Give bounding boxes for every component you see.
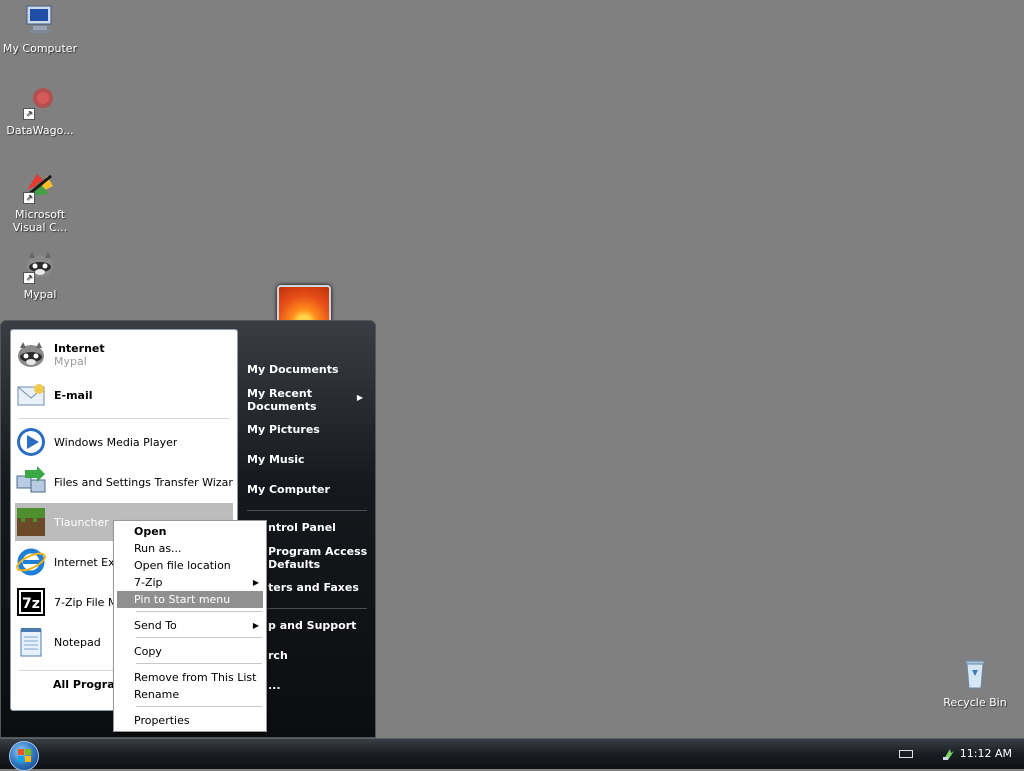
desktop-icon-my-computer[interactable]: My Computer: [0, 4, 80, 55]
program-access-line1: Program Access: [268, 545, 368, 558]
run-link[interactable]: ...: [268, 679, 281, 692]
help-support-link[interactable]: p and Support: [268, 619, 356, 632]
shortcut-arrow-icon: ↗: [23, 272, 35, 284]
pinned-item-title: E-mail: [54, 388, 93, 402]
datawago-icon: ↗: [23, 86, 57, 120]
network-icon[interactable]: [942, 747, 956, 761]
control-panel-link[interactable]: ntrol Panel: [268, 521, 336, 534]
recent-item-label: Windows Media Player: [54, 435, 178, 449]
menu-item-run-as[interactable]: Run as...: [117, 540, 263, 557]
printers-faxes-link[interactable]: ters and Faxes: [268, 581, 359, 594]
submenu-arrow-icon: ▶: [252, 621, 259, 630]
taskbar: 11:12 AM: [0, 738, 1024, 771]
menu-item-properties[interactable]: Properties: [117, 712, 263, 729]
places-divider: [247, 510, 367, 511]
visual-studio-icon: ↗: [23, 170, 57, 204]
desktop-icon-label: Microsoft Visual C...: [12, 208, 68, 234]
search-link[interactable]: rch: [268, 649, 288, 662]
desktop-icon-label: DataWago...: [6, 124, 74, 137]
desktop-icon-datawago[interactable]: ↗ DataWago...: [0, 86, 80, 137]
program-access-line2: Defaults: [268, 558, 321, 571]
submenu-arrow-icon: ▶: [356, 393, 363, 402]
my-recent-documents-link[interactable]: My Recent Documents: [247, 387, 317, 413]
menu-separator: [136, 663, 262, 664]
submenu-arrow-icon: ▶: [252, 578, 259, 587]
menu-separator: [136, 637, 262, 638]
keyboard-icon[interactable]: [899, 750, 913, 758]
recent-item-label: Notepad: [54, 635, 101, 649]
menu-item-open-file-location[interactable]: Open file location: [117, 557, 263, 574]
notepad-icon: [15, 626, 47, 658]
pinned-item-email[interactable]: E-mail: [15, 376, 233, 414]
menu-item-pin-to-start[interactable]: Pin to Start menu: [117, 591, 263, 608]
recent-item-transfer-wizard[interactable]: Files and Settings Transfer Wizard: [15, 463, 233, 501]
menu-separator: [136, 611, 262, 612]
menu-item-copy[interactable]: Copy: [117, 643, 263, 660]
desktop-icon-recycle-bin[interactable]: Recycle Bin: [935, 658, 1015, 709]
recent-item-label: Internet Exp: [54, 555, 122, 569]
pinned-item-internet[interactable]: Internet Mypal: [15, 336, 233, 374]
email-icon: [15, 379, 47, 411]
program-access-link[interactable]: Program Access Defaults: [268, 545, 367, 571]
svg-text:7z: 7z: [22, 596, 40, 612]
mypal-icon: [15, 339, 47, 371]
my-pictures-link[interactable]: My Pictures: [247, 423, 320, 436]
recent-item-windows-media-player[interactable]: Windows Media Player: [15, 423, 233, 461]
start-button[interactable]: [9, 741, 39, 771]
mypal-icon: ↗: [23, 250, 57, 284]
my-recent-documents-line1: My Recent: [247, 387, 312, 400]
menu-separator: [136, 706, 262, 707]
recent-item-label: 7-Zip File M: [54, 595, 118, 609]
menu-item-send-to-label: Send To: [134, 619, 177, 632]
recent-item-label: Files and Settings Transfer Wizard: [54, 475, 233, 489]
menu-item-open[interactable]: Open: [117, 523, 263, 540]
pinned-item-subtitle: Mypal: [54, 355, 87, 368]
desktop-icon-label: Recycle Bin: [943, 696, 1007, 709]
pinned-divider: [19, 418, 229, 419]
desktop-icon-mypal[interactable]: ↗ Mypal: [0, 250, 80, 301]
media-player-icon: [15, 426, 47, 458]
my-music-link[interactable]: My Music: [247, 453, 305, 466]
context-menu: Open Run as... Open file location 7-Zip …: [113, 520, 267, 732]
desktop-icon-label: My Computer: [2, 42, 78, 55]
recycle-bin-icon: [958, 658, 992, 692]
7zip-icon: 7z: [15, 586, 47, 618]
menu-item-remove-from-list[interactable]: Remove from This List: [117, 669, 263, 686]
pinned-item-title: Internet: [54, 342, 105, 355]
desktop-icon-visual-c[interactable]: ↗ Microsoft Visual C...: [0, 170, 80, 234]
transfer-wizard-icon: [15, 466, 47, 498]
my-documents-link[interactable]: My Documents: [247, 363, 339, 376]
menu-item-7zip-label: 7-Zip: [134, 576, 163, 589]
desktop-icon-label: Mypal: [23, 288, 57, 301]
tlauncher-icon: [15, 506, 47, 538]
my-computer-link[interactable]: My Computer: [247, 483, 330, 496]
windows-logo-icon: [18, 749, 31, 762]
my-recent-documents-line2: Documents: [247, 400, 317, 413]
menu-item-7zip[interactable]: 7-Zip ▶: [117, 574, 263, 591]
menu-item-send-to[interactable]: Send To ▶: [117, 617, 263, 634]
tray-clock[interactable]: 11:12 AM: [960, 747, 1012, 760]
internet-explorer-icon: [15, 546, 47, 578]
recent-item-label: Tlauncher: [54, 515, 109, 529]
shortcut-arrow-icon: ↗: [23, 108, 35, 120]
menu-item-rename[interactable]: Rename: [117, 686, 263, 703]
shortcut-arrow-icon: ↗: [23, 192, 35, 204]
computer-icon: [23, 4, 57, 38]
